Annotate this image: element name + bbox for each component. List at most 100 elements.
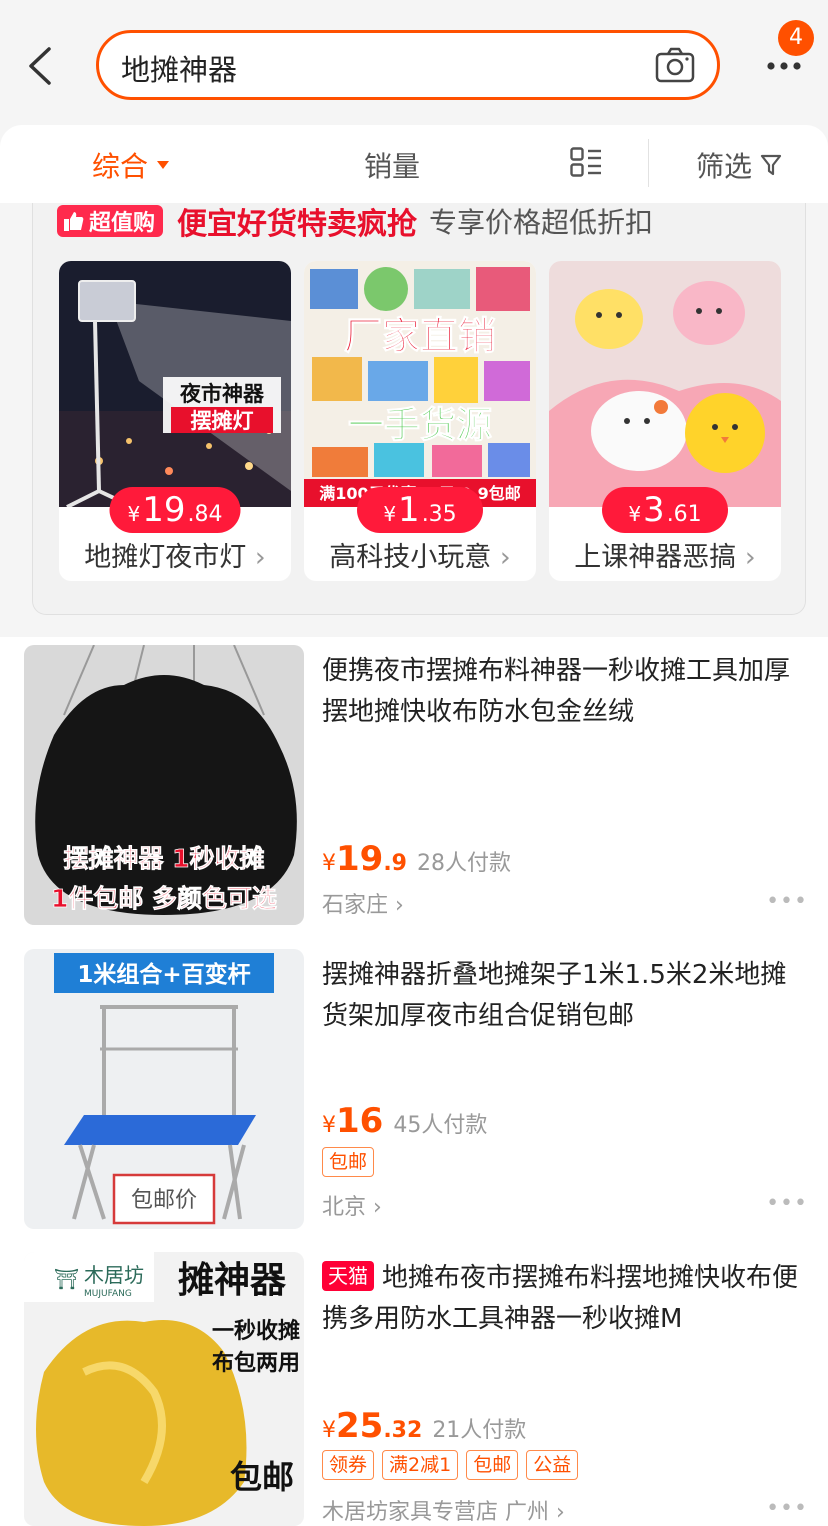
promo-panel: 超值购 便宜好货特卖疯抢 专享价格超低折扣 夜市神器 摆摊灯 ¥ 19 .84	[32, 203, 806, 615]
product-image-text: 1件包邮 多颜色可选	[51, 884, 277, 913]
product-image-stall-rack: 1米组合+百变杆 包邮价	[24, 949, 304, 1229]
sales-count: 45人付款	[393, 1113, 488, 1138]
more-options-icon[interactable]: •••	[766, 889, 808, 914]
price-symbol: ¥	[383, 502, 397, 526]
product-title: 摆摊神器折叠地摊架子1米1.5米2米地摊货架加厚夜市组合促销包邮	[322, 960, 787, 1031]
promo-subtitle: 专享价格超低折扣	[429, 206, 654, 239]
caret-down-icon	[157, 161, 170, 169]
shop-location[interactable]: 北京 ›	[322, 1189, 382, 1221]
card-label-text: 地摊灯夜市灯	[84, 542, 247, 573]
shop-location[interactable]: 石家庄 ›	[322, 887, 404, 919]
product-title-text: 地摊布夜市摆摊布料摆地摊快收布便携多用防水工具神器一秒收摊M	[322, 1263, 799, 1334]
shop-location[interactable]: 木居坊家具专营店 广州 ›	[322, 1494, 565, 1526]
price-decimal: .35	[421, 502, 457, 527]
sort-tabs: 综合 销量 筛选	[0, 125, 828, 203]
product-image-text: 包邮价	[131, 1188, 197, 1213]
product-price: ¥ 25 .32 21人付款	[322, 1406, 526, 1446]
price-decimal: .9	[383, 851, 407, 876]
tag-free-shipping: 包邮	[466, 1450, 519, 1480]
sales-count: 28人付款	[417, 851, 511, 876]
thumbs-up-icon	[64, 212, 84, 231]
card-label: 上课神器恶搞 ›	[549, 535, 781, 574]
product-image-text: 布包两用	[212, 1350, 300, 1376]
price-decimal: .84	[187, 502, 223, 527]
list-view-toggle[interactable]	[570, 147, 602, 177]
product-image-text: 包邮	[230, 1458, 294, 1496]
product-item[interactable]: 1米组合+百变杆 包邮价 摆摊神器折叠地摊架子1米1.5米2米地摊货架加厚夜市组…	[0, 937, 828, 1240]
card-image-text: 夜市神器	[179, 382, 265, 406]
product-image-gold-cloth: ⛩ 木居坊 MUJUFANG 摊神器 一秒收摊 布包两用 包邮	[24, 1252, 304, 1526]
product-image-text: 木居坊	[84, 1263, 144, 1287]
more-options-icon[interactable]: •••	[766, 1191, 808, 1216]
top-bar: 地摊神器 4	[0, 0, 828, 125]
card-price-pill: ¥ 1 .35	[357, 487, 483, 533]
tab-sales-label: 销量	[364, 150, 421, 183]
promo-card[interactable]: ¥ 3 .61 上课神器恶搞 ›	[549, 261, 781, 581]
card-image-text: 一手货源	[348, 405, 492, 446]
price-integer: 16	[336, 1101, 384, 1141]
filter-funnel-icon	[760, 154, 782, 176]
tag-discount: 满2减1	[382, 1450, 459, 1480]
card-label-text: 高科技小玩意	[329, 542, 492, 573]
product-image-text: 一秒收摊	[212, 1318, 300, 1344]
chevron-right-icon: ›	[395, 893, 404, 918]
price-symbol: ¥	[322, 851, 336, 876]
card-image-stall-lamp: 夜市神器 摆摊灯	[59, 261, 291, 507]
back-button[interactable]	[18, 38, 62, 94]
tab-filter[interactable]: 筛选	[696, 145, 782, 185]
promo-title: 便宜好货特卖疯抢	[177, 207, 418, 242]
promo-card[interactable]: 夜市神器 摆摊灯 ¥ 19 .84 地摊灯夜市灯 ›	[59, 261, 291, 581]
tab-filter-label: 筛选	[696, 150, 753, 183]
sales-count: 21人付款	[432, 1418, 527, 1443]
promo-badge[interactable]: 超值购	[57, 205, 164, 237]
search-query-text: 地摊神器	[121, 53, 238, 87]
location-text: 北京	[322, 1195, 367, 1220]
product-image-text: 1米组合+百变杆	[77, 961, 250, 988]
card-image-text: 摆摊灯	[191, 409, 254, 433]
price-integer: 3	[643, 490, 665, 530]
tag-charity: 公益	[526, 1450, 579, 1480]
price-symbol: ¥	[322, 1113, 336, 1138]
card-label: 高科技小玩意 ›	[304, 535, 536, 574]
tab-sales[interactable]: 销量	[364, 145, 420, 185]
price-symbol: ¥	[628, 502, 642, 526]
chevron-right-icon: ›	[744, 542, 756, 573]
card-price-pill: ¥ 3 .61	[602, 487, 728, 533]
price-integer: 19	[336, 839, 384, 879]
price-decimal: .61	[666, 502, 702, 527]
chevron-right-icon: ›	[499, 542, 511, 573]
tmall-badge: 天猫	[322, 1261, 374, 1291]
search-input[interactable]: 地摊神器	[96, 30, 720, 100]
back-arrow-icon	[29, 47, 51, 85]
tag-free-shipping: 包邮	[322, 1147, 375, 1177]
product-item[interactable]: 摆摊神器 1秒收摊 1件包邮 多颜色可选 便携夜市摆摊布料神器一秒收摊工具加厚摆…	[0, 637, 828, 937]
chevron-right-icon: ›	[556, 1500, 565, 1525]
chevron-right-icon: ›	[373, 1195, 382, 1220]
promo-header: 超值购 便宜好货特卖疯抢 专享价格超低折扣	[57, 203, 654, 242]
more-options-icon[interactable]: •••	[766, 1496, 808, 1521]
card-image-text: 厂家直销	[344, 314, 496, 358]
card-label: 地摊灯夜市灯 ›	[59, 535, 291, 574]
tab-comprehensive[interactable]: 综合	[92, 145, 170, 185]
list-layout-icon	[570, 147, 601, 177]
price-integer: 19	[142, 490, 186, 530]
product-image-text: MUJUFANG	[84, 1289, 132, 1299]
camera-icon[interactable]	[655, 45, 695, 85]
tab-comprehensive-label: 综合	[92, 150, 149, 183]
price-decimal: .32	[383, 1418, 423, 1443]
promo-tags: 包邮	[322, 1147, 375, 1177]
price-symbol: ¥	[127, 502, 141, 526]
chevron-right-icon: ›	[254, 542, 266, 573]
product-price: ¥ 16 45人付款	[322, 1101, 487, 1141]
tag-coupon[interactable]: 领券	[322, 1450, 375, 1480]
card-image-gadgets: 厂家直销 一手货源 满100元优惠10元 9.9包邮	[304, 261, 536, 507]
product-image-text: 摆摊神器 1秒收摊	[63, 844, 264, 873]
product-title: 天猫 地摊布夜市摆摊布料摆地摊快收布便携多用防水工具神器一秒收摊M	[322, 1258, 806, 1340]
message-count-badge: 4	[778, 20, 814, 56]
tab-divider	[648, 139, 649, 187]
card-label-text: 上课神器恶搞	[574, 542, 737, 573]
promo-badge-label: 超值购	[89, 211, 156, 236]
promo-card[interactable]: 厂家直销 一手货源 满100元优惠10元 9.9包邮 ¥ 1 .35 高科技小玩…	[304, 261, 536, 581]
product-item[interactable]: ⛩ 木居坊 MUJUFANG 摊神器 一秒收摊 布包两用 包邮 天猫 地摊布夜市摆…	[0, 1240, 828, 1526]
product-image-text: 摊神器	[178, 1260, 287, 1301]
